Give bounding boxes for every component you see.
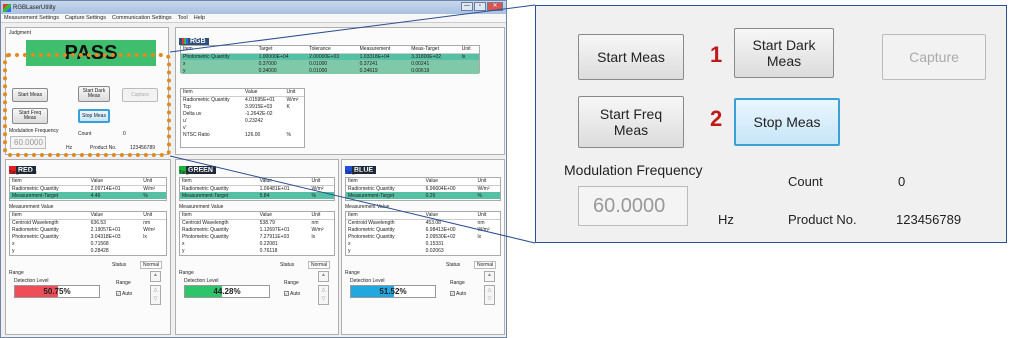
zoom-modulation-frequency-label: Modulation Frequency	[564, 162, 703, 178]
zoom-product-no-label: Product No.	[788, 212, 857, 227]
callout-2: 2	[710, 106, 723, 131]
zoom-start-meas-button[interactable]: Start Meas	[578, 34, 684, 80]
zoom-product-no-value: 123456789	[896, 212, 962, 227]
connector-line-bottom	[169, 155, 536, 244]
zoom-count-label: Count	[788, 174, 823, 189]
zoom-capture-button[interactable]: Capture	[882, 34, 986, 80]
zoom-modulation-frequency-input[interactable]: 60.0000	[578, 186, 688, 226]
zoom-start-dark-meas-button[interactable]: Start Dark Meas	[734, 28, 834, 78]
connector-line-top	[169, 4, 536, 53]
zoom-start-freq-meas-button[interactable]: Start Freq Meas	[578, 96, 684, 148]
callout-1: 1	[710, 42, 723, 67]
zoom-inset: Start Meas 1 Start Dark Meas Capture Sta…	[535, 5, 1007, 243]
zoom-stop-meas-button[interactable]: Stop Meas	[734, 98, 840, 146]
zoom-count-value: 0	[898, 174, 906, 189]
zoom-hz-unit-label: Hz	[718, 212, 734, 227]
